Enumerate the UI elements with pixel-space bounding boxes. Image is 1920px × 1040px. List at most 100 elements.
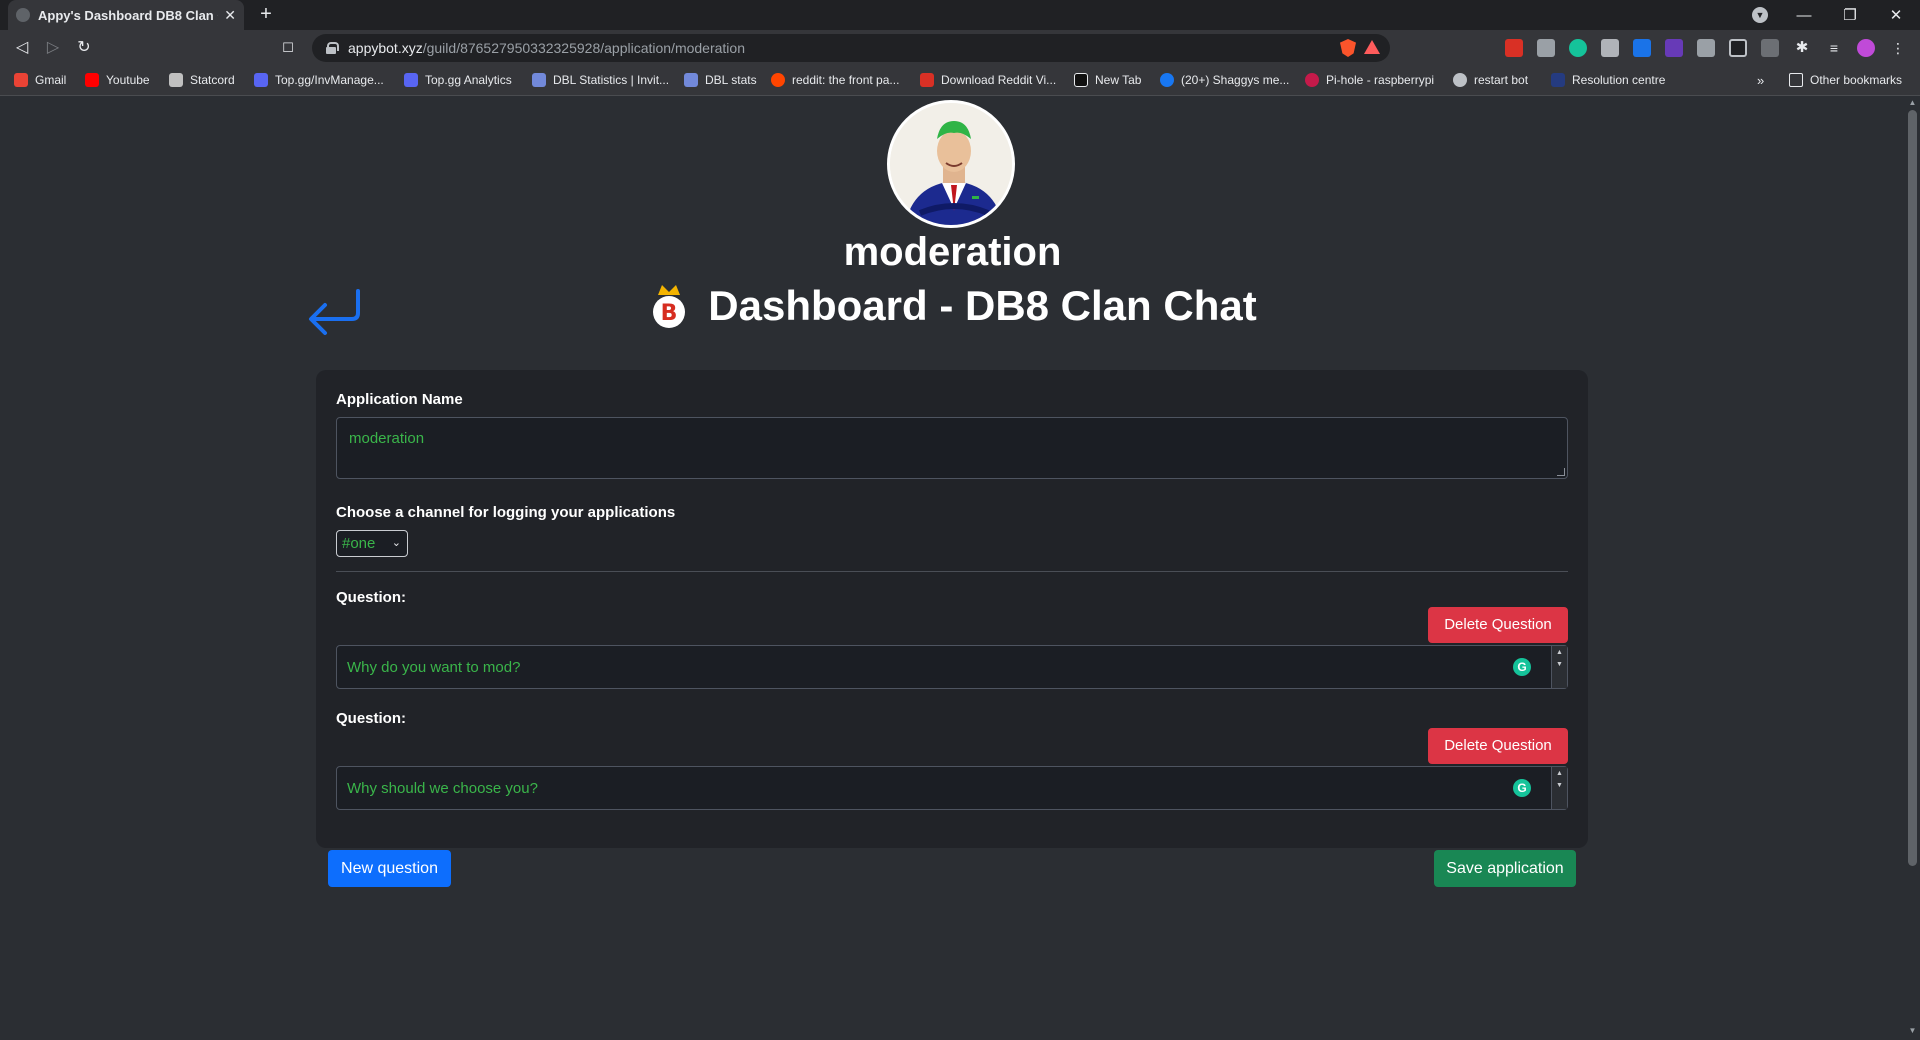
paypal-icon xyxy=(1551,73,1565,87)
dashboard-title: Dashboard - DB8 Clan Chat xyxy=(708,282,1257,329)
lock-icon xyxy=(326,42,339,54)
bookmark-item[interactable]: Gmail xyxy=(14,73,66,87)
bookmarks-bar: Gmail Youtube Statcord Top.gg/InvManage.… xyxy=(0,66,1920,96)
close-tab-icon[interactable]: ✕ xyxy=(224,7,236,24)
grammarly-icon[interactable]: G xyxy=(1513,658,1531,676)
bookmark-item[interactable]: Statcord xyxy=(169,73,235,87)
other-bookmarks[interactable]: Other bookmarks xyxy=(1789,73,1902,87)
question-label: Question: xyxy=(336,710,406,727)
bookmark-item[interactable]: Resolution centre xyxy=(1551,73,1665,87)
new-tab-button[interactable]: + xyxy=(254,3,278,27)
delete-question-button[interactable]: Delete Question xyxy=(1428,607,1568,643)
back-icon[interactable]: ◁ xyxy=(10,36,34,60)
scroll-down-icon[interactable]: ▼ xyxy=(1552,782,1567,789)
extension-image-icon[interactable] xyxy=(1601,39,1619,57)
bookmark-item[interactable]: DBL Statistics | Invit... xyxy=(532,73,669,87)
reading-list-icon[interactable]: ≡ xyxy=(1825,39,1843,57)
bookmark-item[interactable]: (20+) Shaggys me... xyxy=(1160,73,1289,87)
new-question-button[interactable]: New question xyxy=(328,850,451,887)
extension-grammarly-icon[interactable] xyxy=(1569,39,1587,57)
gmail-icon xyxy=(14,73,28,87)
close-window-icon[interactable]: ✕ xyxy=(1874,0,1918,30)
scroll-up-icon[interactable]: ▲ xyxy=(1552,649,1567,656)
restore-icon[interactable]: ❐ xyxy=(1828,0,1872,30)
minimize-icon[interactable]: — xyxy=(1782,0,1826,30)
forward-icon[interactable]: ▷ xyxy=(41,36,65,60)
tiktok-icon xyxy=(1074,73,1088,87)
extension-icon[interactable] xyxy=(1537,39,1555,57)
scrollbar-thumb[interactable] xyxy=(1908,110,1917,866)
brave-rewards-icon[interactable] xyxy=(1364,40,1380,54)
discord-icon xyxy=(404,73,418,87)
application-name-label: Application Name xyxy=(336,391,463,408)
bookmark-item[interactable]: restart bot xyxy=(1453,73,1528,87)
address-bar[interactable]: appybot.xyz /guild/876527950332325928/ap… xyxy=(312,34,1390,62)
question-input[interactable]: Why should we choose you? G ▲ ▼ xyxy=(336,766,1568,810)
question-value: Why do you want to mod? xyxy=(347,659,521,676)
extension-icon[interactable] xyxy=(1665,39,1683,57)
application-name-value: moderation xyxy=(349,430,425,447)
application-heading: moderation xyxy=(843,230,1062,274)
field-scroll-control[interactable]: ▲ ▼ xyxy=(1551,646,1567,688)
robot-icon xyxy=(532,73,546,87)
grammarly-icon[interactable]: G xyxy=(1513,779,1531,797)
bookmark-item[interactable]: reddit: the front pa... xyxy=(771,73,899,87)
browser-tab[interactable]: Appy's Dashboard DB8 Clan Chat ✕ xyxy=(8,0,244,30)
scroll-down-icon[interactable]: ▼ xyxy=(1552,661,1567,668)
scroll-up-icon[interactable]: ▲ xyxy=(1552,770,1567,777)
reload-icon[interactable]: ↻ xyxy=(72,36,96,60)
back-arrow-icon[interactable] xyxy=(305,285,365,341)
channel-select[interactable]: #one ⌄ xyxy=(336,530,408,557)
bot-logo-icon: B xyxy=(648,283,690,329)
download-icon xyxy=(920,73,934,87)
bookmark-item[interactable]: Top.gg Analytics xyxy=(404,73,512,87)
discord-icon xyxy=(254,73,268,87)
extension-icon[interactable] xyxy=(1697,39,1715,57)
bookmark-item[interactable]: Pi-hole - raspberrypi xyxy=(1305,73,1434,87)
url-path: /guild/876527950332325928/application/mo… xyxy=(422,40,745,56)
facebook-icon xyxy=(1160,73,1174,87)
dashboard-header: B Dashboard - DB8 Clan Chat xyxy=(0,282,1905,330)
extension-icon[interactable] xyxy=(1729,39,1747,57)
extension-iq-icon[interactable] xyxy=(1633,39,1651,57)
globe-icon xyxy=(16,8,30,22)
scroll-up-icon[interactable]: ▲ xyxy=(1905,98,1920,107)
application-name-field[interactable]: moderation xyxy=(336,417,1568,479)
field-scroll-control[interactable]: ▲ ▼ xyxy=(1551,767,1567,809)
page-scrollbar[interactable]: ▲ ▼ xyxy=(1905,96,1920,1040)
raspberry-icon xyxy=(1305,73,1319,87)
menu-kebab-icon[interactable]: ⋮ xyxy=(1889,39,1907,57)
svg-text:B: B xyxy=(661,301,678,326)
bookmark-item[interactable]: Download Reddit Vi... xyxy=(920,73,1056,87)
globe-icon xyxy=(1453,73,1467,87)
scroll-down-icon[interactable]: ▼ xyxy=(1905,1026,1920,1035)
more-bookmarks-button[interactable]: » xyxy=(1757,73,1764,88)
bookmark-item[interactable]: Top.gg/InvManage... xyxy=(254,73,384,87)
delete-question-button[interactable]: Delete Question xyxy=(1428,728,1568,764)
question-input[interactable]: Why do you want to mod? G ▲ ▼ xyxy=(336,645,1568,689)
tab-strip: Appy's Dashboard DB8 Clan Chat ✕ + ▼ — ❐… xyxy=(0,0,1920,30)
youtube-icon xyxy=(85,73,99,87)
resize-handle[interactable] xyxy=(1557,468,1565,476)
bookmark-item[interactable]: Youtube xyxy=(85,73,150,87)
application-form: Application Name moderation Choose a cha… xyxy=(316,370,1588,848)
statcord-icon xyxy=(169,73,183,87)
reddit-icon xyxy=(771,73,785,87)
avatar-image xyxy=(890,103,1012,225)
extension-icon[interactable] xyxy=(1761,39,1779,57)
bookmark-icon[interactable]: ☐ xyxy=(276,36,300,60)
avatar xyxy=(887,100,1015,228)
extension-lastpass-icon[interactable] xyxy=(1505,39,1523,57)
bookmark-item[interactable]: DBL stats xyxy=(684,73,757,87)
tab-search-icon[interactable]: ▼ xyxy=(1752,7,1768,23)
browser-toolbar: ◁ ▷ ↻ ☐ appybot.xyz /guild/8765279503323… xyxy=(0,30,1920,66)
extensions-puzzle-icon[interactable]: ✱ xyxy=(1793,39,1811,57)
url-host: appybot.xyz xyxy=(348,40,423,56)
bookmark-item[interactable]: New Tab xyxy=(1074,73,1141,87)
folder-icon xyxy=(1789,73,1803,87)
channel-label: Choose a channel for logging your applic… xyxy=(336,504,676,521)
divider xyxy=(336,571,1568,572)
question-value: Why should we choose you? xyxy=(347,780,538,797)
save-application-button[interactable]: Save application xyxy=(1434,850,1576,887)
profile-avatar-icon[interactable] xyxy=(1857,39,1875,57)
